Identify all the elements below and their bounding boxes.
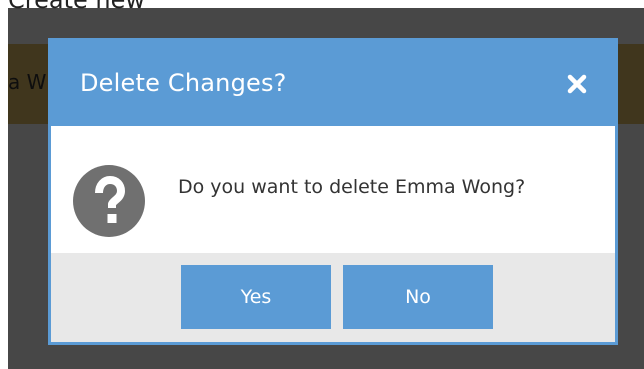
dialog-message: Do you want to delete Emma Wong? xyxy=(178,176,526,198)
dialog-header: Delete Changes? xyxy=(48,38,618,126)
question-circle-icon xyxy=(73,165,145,237)
no-button[interactable]: No xyxy=(343,265,493,329)
page-edge xyxy=(0,0,8,369)
delete-dialog: Delete Changes? Do you want to delete Em… xyxy=(48,38,618,345)
dialog-body: Do you want to delete Emma Wong? xyxy=(51,126,615,253)
dialog-title: Delete Changes? xyxy=(80,69,287,97)
yes-button[interactable]: Yes xyxy=(181,265,331,329)
dialog-footer: Yes No xyxy=(51,253,615,342)
close-icon xyxy=(567,74,587,94)
close-button[interactable] xyxy=(565,72,589,96)
